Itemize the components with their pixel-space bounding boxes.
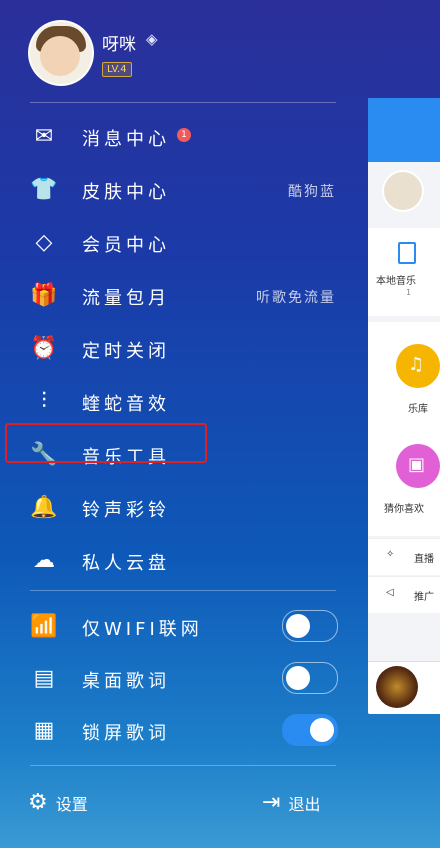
envelope-icon: ✉ <box>34 123 54 149</box>
header-divider <box>30 102 336 103</box>
promo-row[interactable]: ◁ 推广 <box>368 576 440 613</box>
footer-divider <box>30 765 336 766</box>
menu-item-timer[interactable]: ⏰ 定时关闭 <box>0 322 350 374</box>
exit-button[interactable]: ⇥ 退出 <box>262 790 320 815</box>
equalizer-icon: ⫶ <box>41 388 47 414</box>
gear-icon: ⚙ <box>28 790 48 815</box>
background-app-panel: 本地音乐 1 ♫ 乐库 ▣ 猜你喜欢 ✧ 直播 ◁ 推广 <box>368 98 440 714</box>
menu-item-data-plan[interactable]: 🎁 流量包月 听歌免流量 <box>0 269 350 321</box>
gift-icon: 🎁 <box>30 282 58 308</box>
live-row[interactable]: ✧ 直播 <box>368 538 440 575</box>
lockscreen-lyrics-toggle[interactable] <box>282 714 338 746</box>
desktop-lyrics-toggle[interactable] <box>282 662 338 694</box>
radio-icon: ▣ <box>408 454 426 475</box>
highlight-box <box>5 423 207 463</box>
music-note-icon: ♫ <box>408 354 425 375</box>
lock-lyrics-icon: ▦ <box>33 717 55 743</box>
library-button[interactable]: ♫ <box>396 344 440 388</box>
exit-icon: ⇥ <box>262 790 281 815</box>
avatar[interactable] <box>28 20 94 86</box>
megaphone-icon: ◁ <box>386 587 394 598</box>
menu-item-vip[interactable]: ◇ 会员中心 <box>0 216 350 268</box>
alarm-clock-icon: ⏰ <box>30 335 58 361</box>
mini-player[interactable] <box>368 661 440 714</box>
username[interactable]: 呀咪 <box>102 30 136 55</box>
local-music-count: 1 <box>406 288 412 297</box>
menu-item-messages[interactable]: ✉ 消息中心 <box>0 110 350 162</box>
guess-like-label: 猜你喜欢 <box>384 504 424 515</box>
settings-button[interactable]: ⚙ 设置 <box>28 790 88 815</box>
menu-divider <box>30 590 336 591</box>
menu-item-cloud-drive[interactable]: ☁ 私人云盘 <box>0 534 350 586</box>
menu-item-label: 消息中心 <box>82 129 170 150</box>
notification-badge: 1 <box>177 128 191 142</box>
diamond-icon[interactable]: ◈ <box>146 30 158 48</box>
album-art[interactable] <box>376 666 418 708</box>
cloud-icon: ☁ <box>33 547 55 573</box>
menu-item-label: 流量包月 <box>82 288 170 309</box>
live-icon: ✧ <box>386 549 395 560</box>
menu-item-ringtones[interactable]: 🔔 铃声彩铃 <box>0 481 350 533</box>
library-label: 乐库 <box>408 404 428 415</box>
toggle-label: 仅WIFI联网 <box>82 619 203 640</box>
menu-item-label: 皮肤中心 <box>82 182 170 203</box>
diamond-icon: ◇ <box>35 229 53 255</box>
lyrics-icon: ▤ <box>33 665 55 691</box>
live-label: 直播 <box>414 554 434 565</box>
toggle-label: 桌面歌词 <box>82 671 170 692</box>
local-music-label: 本地音乐 <box>376 276 416 287</box>
menu-item-label: 私人云盘 <box>82 553 170 574</box>
menu-item-label: 铃声彩铃 <box>82 500 170 521</box>
toggle-label: 锁屏歌词 <box>82 723 170 744</box>
menu-item-label: 定时关闭 <box>82 341 170 362</box>
phone-icon <box>398 242 416 264</box>
guess-like-button[interactable]: ▣ <box>396 444 440 488</box>
app-topbar <box>368 98 440 162</box>
data-plan-hint: 听歌免流量 <box>256 290 336 306</box>
mini-avatar[interactable] <box>382 170 424 212</box>
wifi-icon: 📶 <box>30 613 58 639</box>
tshirt-icon: 👕 <box>30 176 58 202</box>
wifi-only-toggle[interactable] <box>282 610 338 642</box>
discover-card: ♫ 乐库 ▣ 猜你喜欢 <box>368 322 440 536</box>
menu-item-label: 蝰蛇音效 <box>82 394 170 415</box>
menu-item-sound-effects[interactable]: ⫶ 蝰蛇音效 <box>0 375 350 427</box>
promo-label: 推广 <box>414 592 434 603</box>
settings-label: 设置 <box>55 794 88 814</box>
menu-item-label: 会员中心 <box>82 235 170 256</box>
current-skin: 酷狗蓝 <box>288 184 336 200</box>
level-badge: LV.4 <box>102 62 132 77</box>
menu-item-skin[interactable]: 👕 皮肤中心 酷狗蓝 <box>0 163 350 215</box>
local-music-card[interactable]: 本地音乐 1 <box>368 228 440 316</box>
exit-label: 退出 <box>288 794 321 814</box>
bell-icon: 🔔 <box>30 494 58 520</box>
